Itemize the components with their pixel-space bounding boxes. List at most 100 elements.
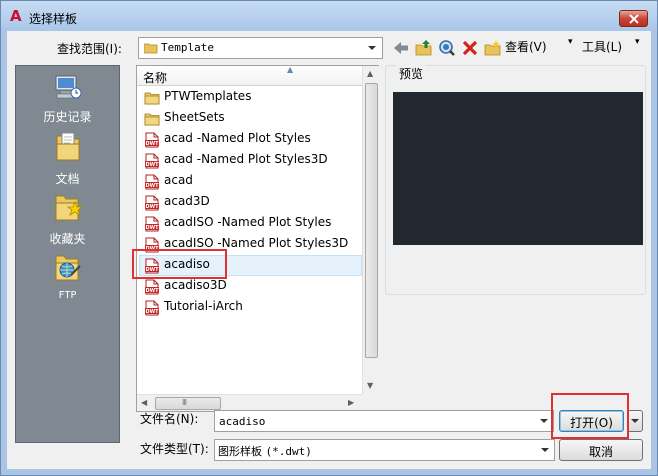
folder-icon	[144, 92, 160, 105]
folder-icon	[144, 43, 158, 54]
dwt-file-icon: DWT	[145, 195, 159, 211]
look-in-combo[interactable]: Template	[138, 37, 383, 59]
chevron-down-icon[interactable]	[538, 443, 552, 457]
place-documents[interactable]: 文档	[16, 130, 119, 186]
vertical-scrollbar[interactable]: ▲ ▼	[362, 66, 379, 394]
delete-x-icon[interactable]	[461, 39, 479, 57]
place-label: 收藏夹	[49, 232, 86, 246]
file-type-value: 图形样板 (*.dwt)	[218, 443, 312, 459]
file-name-label: 文件名(N):	[140, 412, 199, 426]
file-type-ext: (*.dwt)	[265, 445, 312, 458]
dwt-file-icon: DWT	[145, 153, 159, 169]
dwt-file-icon: DWT	[145, 174, 159, 190]
dwt-file-icon: DWT	[145, 132, 159, 148]
dialog-title: 选择样板	[29, 12, 78, 26]
place-label: 历史记录	[43, 110, 92, 124]
dialog-client-area: 查找范围(I): Template 查看(V) ▾ 工具(L) ▾ 历史记录 文…	[7, 31, 651, 469]
chevron-down-icon[interactable]	[364, 40, 380, 56]
cancel-button-label: 取消	[588, 445, 613, 459]
folder-icon	[144, 113, 160, 126]
vertical-scroll-thumb[interactable]	[365, 83, 378, 358]
preview-canvas	[393, 92, 643, 245]
file-type-label: 文件类型(T):	[140, 442, 209, 456]
list-item[interactable]: DWT acadiso3D	[137, 276, 362, 297]
place-label: 文档	[55, 172, 80, 186]
tools-dropdown-icon[interactable]: ▾	[635, 37, 640, 47]
svg-text:DWT: DWT	[145, 225, 159, 231]
place-ftp[interactable]: FTP	[16, 250, 119, 306]
file-type-name: 图形样板	[218, 445, 262, 458]
place-label: FTP	[58, 290, 77, 301]
file-name-field[interactable]: acadiso	[214, 410, 554, 432]
dwt-file-icon: DWT	[145, 279, 159, 295]
scroll-corner	[362, 394, 379, 411]
horizontal-scrollbar[interactable]: ◀ III ▶	[137, 394, 362, 411]
list-item[interactable]: DWT acad -Named Plot Styles	[137, 129, 362, 150]
list-item[interactable]: SheetSets	[137, 108, 362, 129]
file-list[interactable]: ▲ 名称 PTWTemplates SheetSets DWT acad -Named…	[136, 65, 379, 412]
preview-group: 预览	[385, 65, 646, 295]
list-item-label: PTWTemplates	[164, 89, 252, 103]
place-history[interactable]: 历史记录	[16, 70, 119, 126]
close-icon	[629, 14, 639, 24]
sort-ascending-icon: ▲	[287, 65, 294, 74]
svg-text:DWT: DWT	[145, 288, 159, 294]
dwt-file-icon: DWT	[145, 216, 159, 232]
new-folder-icon[interactable]	[484, 39, 502, 57]
file-name-value: acadiso	[219, 415, 266, 428]
svg-text:DWT: DWT	[145, 204, 159, 210]
views-dropdown-icon[interactable]: ▾	[568, 37, 573, 47]
look-in-value: Template	[161, 41, 214, 54]
scroll-left-icon[interactable]: ◀	[141, 398, 147, 407]
list-item-label: acadISO -Named Plot Styles3D	[164, 236, 349, 250]
list-item-label: acad	[164, 173, 193, 187]
scroll-right-icon[interactable]: ▶	[348, 398, 354, 407]
scroll-up-icon[interactable]: ▲	[367, 69, 373, 78]
documents-folder-icon	[56, 132, 80, 161]
list-item-label: SheetSets	[164, 110, 225, 124]
places-bar: 历史记录 文档 收藏夹 FTP	[15, 65, 120, 443]
autocad-a-icon: A	[10, 7, 22, 25]
list-item[interactable]: DWT acadISO -Named Plot Styles	[137, 213, 362, 234]
list-item-label: acad -Named Plot Styles3D	[164, 152, 328, 166]
chevron-down-icon	[631, 419, 639, 423]
dwt-file-icon: DWT	[145, 300, 159, 316]
favorites-folder-star-icon	[55, 195, 83, 221]
column-header-label: 名称	[143, 71, 168, 85]
svg-text:DWT: DWT	[145, 183, 159, 189]
list-item-label: acadiso3D	[164, 278, 227, 292]
column-header-name[interactable]: ▲ 名称	[137, 65, 362, 86]
svg-text:DWT: DWT	[145, 162, 159, 168]
list-item[interactable]: PTWTemplates	[137, 87, 362, 108]
history-computer-icon	[55, 75, 82, 99]
place-favorites[interactable]: 收藏夹	[16, 190, 119, 246]
ftp-folder-globe-icon	[55, 255, 81, 281]
views-menu[interactable]: 查看(V)	[505, 38, 547, 55]
list-item-label: Tutorial-iArch	[164, 299, 243, 313]
list-item-label: acad -Named Plot Styles	[164, 131, 311, 145]
cancel-button[interactable]: 取消	[559, 439, 643, 461]
select-template-dialog: A 选择样板 查找范围(I): Template 查看(V) ▾ 工具(L) ▾…	[0, 0, 658, 476]
list-item-label: acadISO -Named Plot Styles	[164, 215, 332, 229]
search-web-icon[interactable]	[438, 39, 456, 57]
list-item[interactable]: DWT acad3D	[137, 192, 362, 213]
file-type-combo[interactable]: 图形样板 (*.dwt)	[214, 439, 555, 461]
list-item[interactable]: DWT acad -Named Plot Styles3D	[137, 150, 362, 171]
chevron-down-icon[interactable]	[537, 414, 551, 428]
title-bar[interactable]: A 选择样板	[1, 1, 657, 31]
open-options-dropdown[interactable]	[627, 410, 643, 432]
preview-label: 预览	[396, 65, 427, 82]
back-arrow-icon[interactable]	[392, 39, 410, 57]
list-item[interactable]: DWT acad	[137, 171, 362, 192]
look-in-label: 查找范围(I):	[57, 42, 122, 56]
horizontal-scroll-thumb[interactable]: III	[155, 397, 221, 410]
up-one-level-folder-icon[interactable]	[415, 39, 433, 57]
tools-menu[interactable]: 工具(L)	[582, 38, 622, 55]
highlight-selected-file	[132, 249, 227, 279]
list-item[interactable]: DWT Tutorial-iArch	[137, 297, 362, 318]
scroll-down-icon[interactable]: ▼	[367, 381, 373, 390]
svg-text:DWT: DWT	[145, 141, 159, 147]
list-item-label: acad3D	[164, 194, 210, 208]
close-button[interactable]	[619, 10, 648, 27]
scroll-grip: III	[182, 398, 187, 407]
